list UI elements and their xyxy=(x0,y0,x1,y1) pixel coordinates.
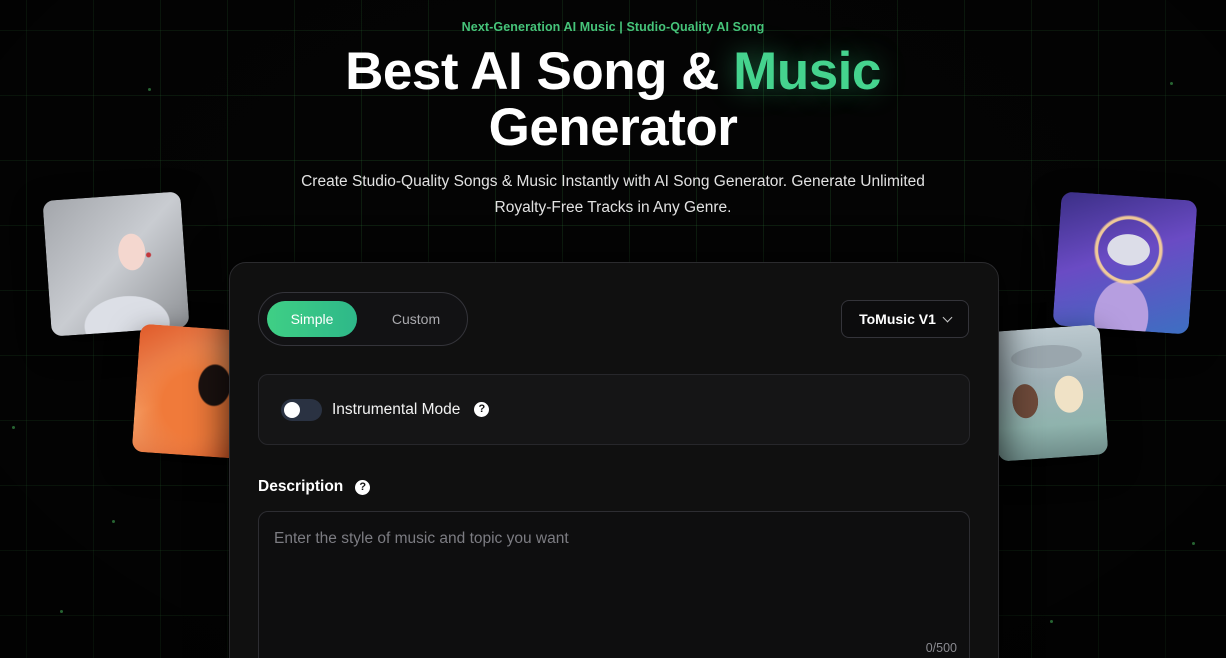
hero-subtitle: Create Studio-Quality Songs & Music Inst… xyxy=(263,169,963,221)
mode-custom-tab[interactable]: Custom xyxy=(371,301,461,337)
question-circle-icon[interactable]: ? xyxy=(474,402,490,417)
background-particle xyxy=(112,520,115,523)
cover-art-vr-headset xyxy=(1052,191,1198,335)
cover-art-friends-car xyxy=(989,324,1109,462)
question-circle-icon[interactable]: ? xyxy=(355,479,371,495)
background-particle xyxy=(12,426,15,429)
hero-title-accent: Music xyxy=(733,42,881,101)
chevron-down-icon xyxy=(942,312,953,322)
hero-title-line2: Generator xyxy=(488,98,738,157)
cover-art-portrait xyxy=(42,191,190,337)
description-label-row: Description ? xyxy=(258,478,371,496)
instrumental-mode-row: Instrumental Mode ? xyxy=(258,374,970,445)
hero-title-plain: Best AI Song & xyxy=(345,42,734,101)
model-select-value: ToMusic V1 xyxy=(859,311,936,327)
hero-eyebrow: Next-Generation AI Music | Studio-Qualit… xyxy=(461,20,765,34)
char-counter: 0/500 xyxy=(925,641,957,655)
mode-simple-tab[interactable]: Simple xyxy=(267,301,357,337)
page: Next-Generation AI Music | Studio-Qualit… xyxy=(0,0,1226,658)
mode-toggle: Simple Custom xyxy=(258,292,468,346)
hero-title: Best AI Song & Music Generator xyxy=(0,44,1226,156)
background-particle xyxy=(60,610,63,613)
instrumental-toggle[interactable] xyxy=(281,398,322,421)
background-particle xyxy=(1050,620,1053,623)
toggle-knob xyxy=(284,401,300,418)
description-field: 0/500 xyxy=(258,511,970,658)
model-select[interactable]: ToMusic V1 xyxy=(841,300,969,338)
hero-subtitle-line2: Royalty-Free Tracks in Any Genre. xyxy=(494,199,732,216)
description-label: Description xyxy=(258,478,344,495)
description-input[interactable] xyxy=(259,512,969,658)
hero-subtitle-line1: Create Studio-Quality Songs & Music Inst… xyxy=(301,173,925,190)
background-particle xyxy=(1192,542,1195,545)
instrumental-label: Instrumental Mode xyxy=(332,400,461,418)
generator-panel: Simple Custom ToMusic V1 Instrumental Mo… xyxy=(229,262,999,658)
